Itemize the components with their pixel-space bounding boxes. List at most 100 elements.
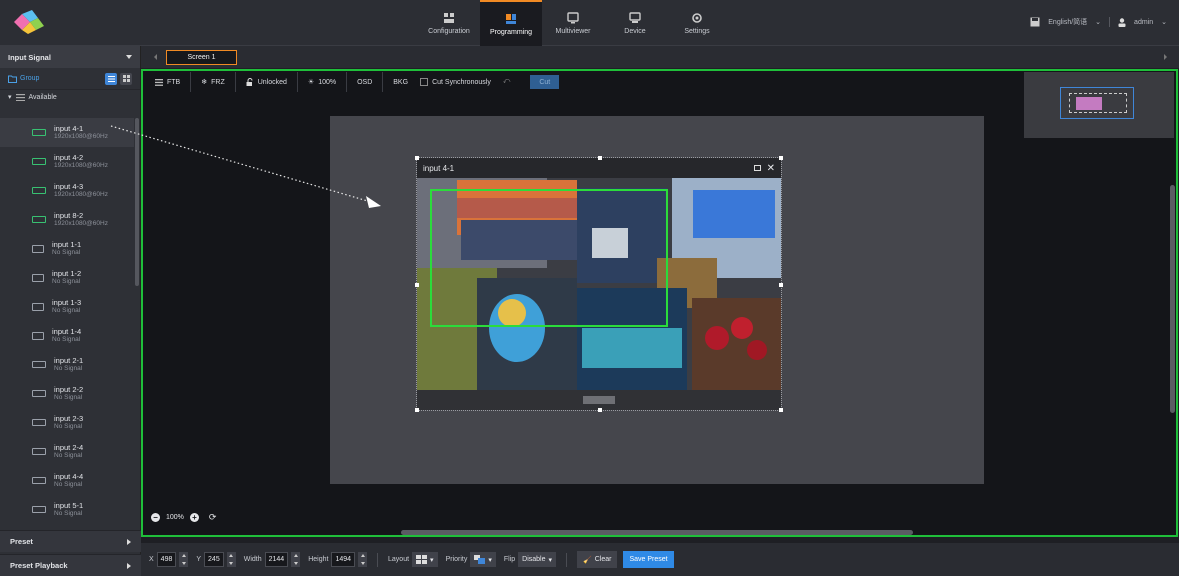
- input-name: input 2-1: [54, 356, 84, 365]
- close-icon[interactable]: ✕: [767, 163, 775, 174]
- resize-handle[interactable]: [415, 283, 419, 287]
- divider: [1109, 17, 1111, 27]
- input-status: No Signal: [52, 249, 81, 256]
- scroll-left-icon[interactable]: [154, 54, 157, 60]
- input-item[interactable]: input 2-2 No Signal: [0, 379, 134, 408]
- input-name: input 4-2: [54, 153, 84, 162]
- osd-button[interactable]: OSD: [347, 72, 384, 92]
- nav-device[interactable]: Device: [604, 0, 666, 46]
- brightness-button[interactable]: ☀ 100%: [298, 72, 348, 92]
- frz-button[interactable]: ❄ FRZ: [191, 72, 236, 92]
- input-name: input 1-3: [52, 298, 82, 307]
- group-label: Group: [20, 75, 40, 82]
- x-input[interactable]: 498: [156, 552, 177, 567]
- flip-dropdown[interactable]: Disable ▾: [518, 552, 557, 567]
- y-input[interactable]: 245: [204, 552, 224, 567]
- nav-settings[interactable]: Settings: [666, 0, 728, 46]
- language-select[interactable]: English/简语: [1048, 17, 1087, 27]
- input-item-text: input 2-4 No Signal: [54, 444, 83, 460]
- input-name: input 2-3: [54, 414, 84, 423]
- nav-programming[interactable]: Programming: [480, 0, 542, 46]
- input-item[interactable]: input 2-4 No Signal: [0, 437, 134, 466]
- grid-view-icon[interactable]: [120, 72, 132, 85]
- editing-canvas[interactable]: FTB ❄ FRZ Unlocked ☀ 100% OSD BKG Cut Sy…: [110, 69, 1178, 537]
- lock-button[interactable]: Unlocked: [236, 72, 298, 92]
- clear-button[interactable]: 🧹 Clear: [577, 551, 618, 568]
- height-stepper[interactable]: [358, 552, 368, 567]
- hdmi-port-icon: [32, 506, 46, 513]
- resize-handle[interactable]: [415, 156, 419, 160]
- tab-screen-1[interactable]: Screen 1: [166, 50, 237, 65]
- resize-handle[interactable]: [779, 408, 783, 412]
- input-status: No Signal: [54, 481, 83, 488]
- screen-tab-bar: Screen 1: [141, 46, 1179, 68]
- resize-handle[interactable]: [779, 283, 783, 287]
- scroll-right-icon[interactable]: [1164, 54, 1167, 60]
- list-view-icon[interactable]: [105, 72, 117, 85]
- input-name: input 4-4: [54, 472, 84, 481]
- x-label: X: [149, 556, 154, 563]
- broom-icon: 🧹: [583, 556, 592, 564]
- input-item[interactable]: input 1-1 No Signal: [0, 234, 134, 263]
- input-status: 1920x1080@60Hz: [54, 191, 108, 198]
- save-icon[interactable]: [1030, 17, 1040, 27]
- input-name: input 1-4: [52, 327, 82, 336]
- cut-button[interactable]: Cut: [530, 75, 560, 89]
- nav-multiviewer[interactable]: Multiviewer: [542, 0, 604, 46]
- minimap-screen: [1069, 93, 1127, 113]
- undo-icon[interactable]: ⤺: [503, 78, 510, 86]
- layout-dropdown[interactable]: ▾: [412, 552, 438, 567]
- bkg-button[interactable]: BKG: [383, 72, 418, 92]
- maximize-icon[interactable]: [753, 165, 761, 171]
- layer-window[interactable]: input 4-1 ✕: [415, 156, 783, 412]
- width-stepper[interactable]: [291, 552, 301, 567]
- input-item[interactable]: input 1-4 No Signal: [0, 321, 134, 350]
- height-input[interactable]: 1494: [331, 552, 356, 567]
- input-item[interactable]: input 1-3 No Signal: [0, 292, 134, 321]
- ftb-button[interactable]: FTB: [145, 72, 192, 92]
- canvas-horizontal-scrollbar[interactable]: [401, 530, 913, 535]
- dvi-port-icon: [32, 302, 44, 311]
- input-status: No Signal: [54, 423, 83, 430]
- hdmi-port-icon: [32, 187, 46, 194]
- input-item[interactable]: input 4-4 No Signal: [0, 466, 134, 495]
- group-button[interactable]: Group: [8, 75, 39, 83]
- canvas-vertical-scrollbar[interactable]: [1170, 185, 1175, 413]
- input-signal-header[interactable]: Input Signal: [0, 46, 140, 68]
- nav-label: Programming: [489, 28, 532, 36]
- available-group[interactable]: ▾ Available: [0, 90, 140, 104]
- cut-sync-checkbox[interactable]: Cut Synchronously ⤺: [418, 72, 520, 92]
- gear-icon: [692, 12, 702, 23]
- preset-section[interactable]: Preset: [0, 530, 141, 552]
- device-icon: [629, 11, 641, 23]
- input-item[interactable]: input 5-1 No Signal: [0, 495, 134, 524]
- user-menu[interactable]: admin: [1134, 19, 1153, 26]
- resize-handle[interactable]: [598, 408, 602, 412]
- chevron-down-icon: ▾: [488, 556, 492, 564]
- input-item[interactable]: input 2-3 No Signal: [0, 408, 134, 437]
- input-item[interactable]: input 1-2 No Signal: [0, 263, 134, 292]
- priority-dropdown[interactable]: ▾: [470, 552, 496, 567]
- input-status: No Signal: [52, 336, 81, 343]
- window-title-bar[interactable]: input 4-1 ✕: [417, 158, 781, 178]
- resize-handle[interactable]: [415, 408, 419, 412]
- nav-configuration[interactable]: Configuration: [418, 0, 480, 46]
- selection-box[interactable]: [430, 189, 668, 327]
- zoom-in-icon[interactable]: +: [189, 513, 199, 522]
- input-item[interactable]: input 2-1 No Signal: [0, 350, 134, 379]
- input-name: input 4-3: [54, 182, 84, 191]
- zoom-out-icon[interactable]: −: [151, 513, 160, 522]
- input-status: No Signal: [54, 365, 83, 372]
- screen-minimap[interactable]: [1024, 72, 1174, 138]
- width-input[interactable]: 2144: [264, 552, 289, 567]
- resize-grip[interactable]: [583, 396, 615, 404]
- brightness-label: 100%: [318, 78, 337, 86]
- preset-playback-section[interactable]: Preset Playback: [0, 554, 141, 576]
- top-right-tools: English/简语 ⌄ admin ⌄: [1030, 17, 1167, 27]
- resize-handle[interactable]: [779, 156, 783, 160]
- resize-handle[interactable]: [598, 156, 602, 160]
- save-preset-button[interactable]: Save Preset: [623, 551, 674, 568]
- y-stepper[interactable]: [226, 552, 236, 567]
- reset-zoom-icon[interactable]: ⟳: [209, 512, 217, 523]
- x-stepper[interactable]: [179, 552, 189, 567]
